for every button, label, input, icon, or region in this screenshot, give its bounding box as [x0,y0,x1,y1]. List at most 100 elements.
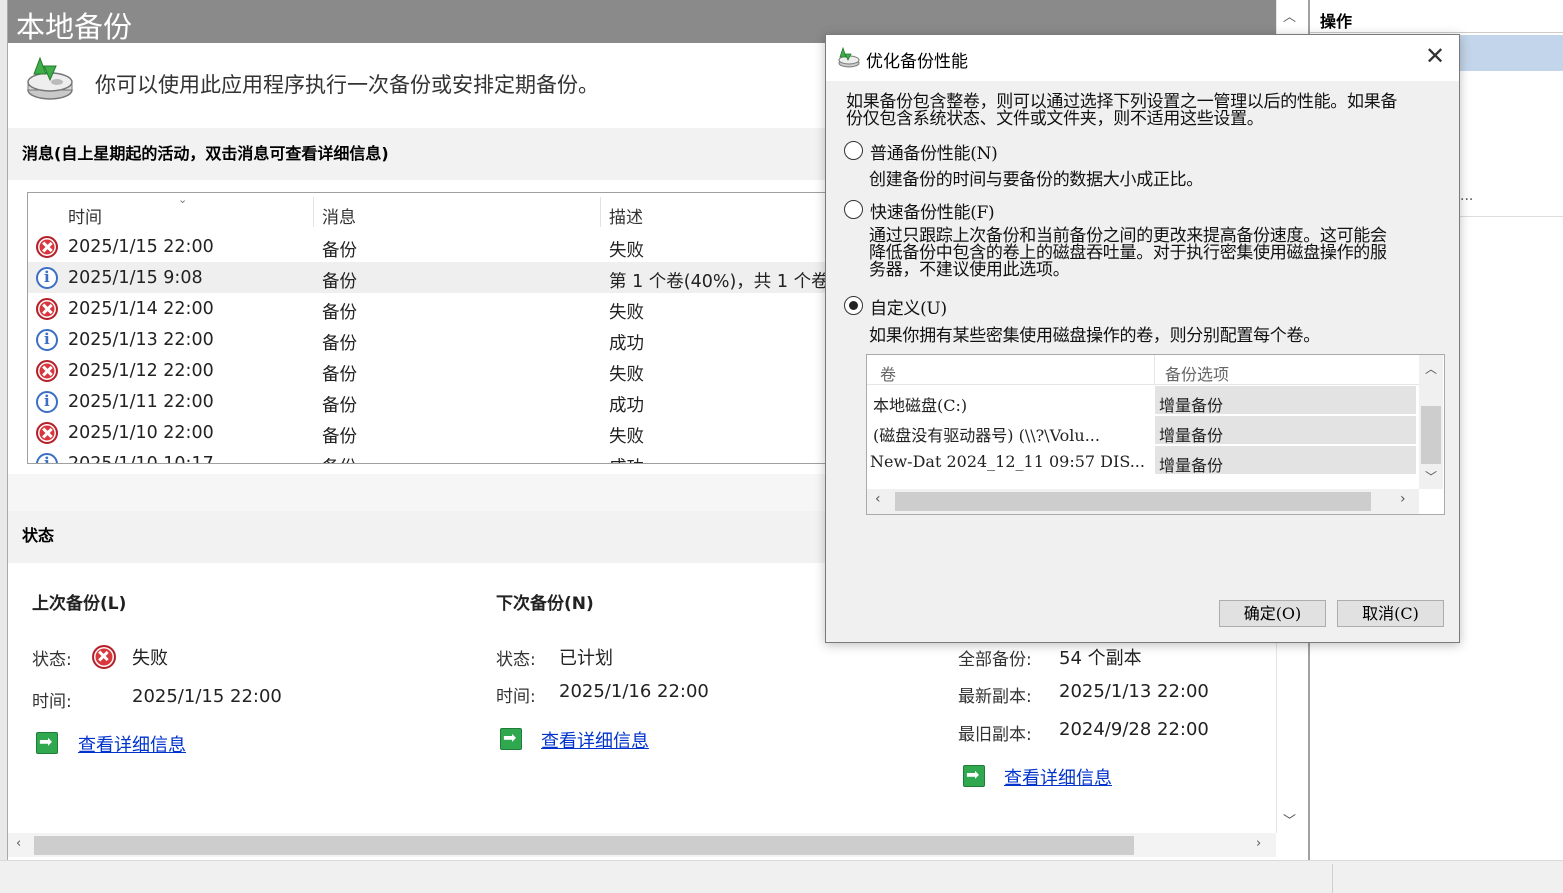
messages-table[interactable]: ⌄ 时间 消息 描述 2025/1/15 22:00 备份 失败 2025/1/… [27,192,827,464]
row-description: 失败 [609,241,644,261]
error-icon [36,422,58,444]
column-divider[interactable] [1154,355,1155,385]
intro-text: 你可以使用此应用程序执行一次备份或安排定期备份。 [95,73,599,97]
last-backup-details-link[interactable]: 查看详细信息 [78,731,186,757]
table-row[interactable]: 2025/1/12 22:00 备份 失败 [28,355,827,386]
last-backup-heading: 上次备份(L) [32,594,127,614]
actions-title: 操作 [1320,12,1353,31]
grid-column-backup-option[interactable]: 备份选项 [1165,361,1229,385]
row-time: 2025/1/10 22:00 [68,423,214,443]
scroll-down-icon[interactable]: ﹀ [1283,810,1296,829]
table-row[interactable]: 2025/1/15 22:00 备份 失败 [28,231,827,262]
scroll-up-icon[interactable]: ︿ [1283,6,1296,25]
all-backups-total-value: 54 个副本 [1059,648,1142,669]
column-header-time[interactable]: 时间 [68,203,102,228]
status-bar-divider [1332,864,1333,893]
row-message: 备份 [322,454,357,463]
ok-button[interactable]: 确定(O) [1219,600,1326,627]
backup-option-select[interactable]: 增量备份 [1154,385,1417,415]
grid-volume-cell[interactable]: 本地磁盘(C:) [873,392,1153,416]
close-icon[interactable]: ✕ [1423,44,1447,68]
next-backup-details-link[interactable]: 查看详细信息 [541,727,649,753]
next-backup-time-value: 2025/1/16 22:00 [559,681,709,702]
grid-column-volume[interactable]: 卷 [880,361,896,385]
row-time: 2025/1/14 22:00 [68,299,214,319]
fast-performance-radio[interactable] [844,200,863,219]
grid-horizontal-scroll-thumb[interactable] [895,492,1371,511]
normal-performance-radio[interactable] [844,141,863,160]
row-message: 备份 [322,303,357,323]
table-row[interactable]: 2025/1/13 22:00 备份 成功 [28,324,827,355]
table-row[interactable]: 2025/1/10 22:00 备份 失败 [28,417,827,448]
grid-header [867,355,1419,385]
column-header-message[interactable]: 消息 [322,203,356,228]
row-time: 2025/1/13 22:00 [68,330,214,350]
table-row[interactable]: 2025/1/15 9:08 备份 第 1 个卷(40%)，共 1 个卷... [28,262,827,293]
horizontal-scroll-thumb[interactable] [34,836,1134,855]
scroll-left-icon[interactable]: ‹ [875,491,881,507]
custom-performance-label[interactable]: 自定义(U) [870,294,947,319]
next-backup-status-value: 已计划 [559,648,613,669]
panel-title: 本地备份 [16,10,133,44]
row-time: 2025/1/15 9:08 [68,268,203,288]
table-header: ⌄ 时间 消息 描述 [28,193,827,231]
scroll-down-icon[interactable]: ﹀ [1425,468,1437,485]
sort-down-icon: ⌄ [178,193,188,206]
table-row[interactable]: 2025/1/10 10:17 备份 成功 [28,448,827,464]
grid-volume-cell[interactable]: (磁盘没有驱动器号) (\\?\Volu... [873,422,1153,446]
scroll-right-icon[interactable]: › [1256,836,1261,851]
all-backups-total-label: 全部备份: [958,650,1032,670]
status-bar [0,860,1563,893]
latest-copy-label: 最新副本: [958,687,1032,707]
scroll-up-icon[interactable]: ︿ [1425,360,1437,377]
row-description: 成功 [609,396,644,416]
grid-vertical-scroll-thumb[interactable] [1421,406,1441,464]
info-icon [36,329,58,351]
custom-performance-radio[interactable] [844,296,863,315]
row-message: 备份 [322,272,357,292]
last-backup-time-value: 2025/1/15 22:00 [132,686,282,707]
divider [1452,216,1563,217]
arrow-right-icon [963,765,985,787]
arrow-right-icon [500,728,522,750]
error-icon [36,236,58,258]
dialog-intro-line: 份仅包含系统状态、文件或文件夹，则不适用这些设置。 [846,109,1264,129]
row-description: 成功 [609,454,644,463]
row-description: 第 1 个卷(40%)，共 1 个卷... [609,272,827,292]
row-description: 失败 [609,365,644,385]
all-backups-details-link[interactable]: 查看详细信息 [1004,764,1112,790]
info-icon [36,453,58,463]
status-heading: 状态 [22,526,55,545]
info-icon [36,267,58,289]
row-time: 2025/1/11 22:00 [68,392,214,412]
backup-app-icon [27,56,73,100]
table-row[interactable]: 2025/1/14 22:00 备份 失败 [28,293,827,324]
row-description: 成功 [609,334,644,354]
last-backup-status-label: 状态: [32,650,72,670]
table-row[interactable]: 2025/1/11 22:00 备份 成功 [28,386,827,417]
backup-option-select[interactable]: 增量备份 [1154,445,1417,475]
row-time: 2025/1/15 22:00 [68,237,214,257]
fast-performance-label[interactable]: 快速备份性能(F) [870,198,995,223]
cancel-button[interactable]: 取消(C) [1337,600,1444,627]
next-backup-status-label: 状态: [496,650,536,670]
grid-volume-cell[interactable]: New-Dat 2024_12_11 09:57 DIS... [870,452,1153,471]
backup-option-select[interactable]: 增量备份 [1154,415,1417,445]
column-divider[interactable] [313,197,314,227]
row-time: 2025/1/10 10:17 [68,454,214,464]
truncated-action-text[interactable]: ... [1460,188,1473,204]
scroll-right-icon[interactable]: › [1400,491,1406,507]
arrow-right-icon [36,732,58,754]
left-border [0,0,8,860]
table-footer-band [8,474,826,511]
dialog-title: 优化备份性能 [866,52,968,72]
backup-option-value: 增量备份 [1159,426,1224,445]
column-header-description[interactable]: 描述 [609,203,643,228]
column-divider[interactable] [600,197,601,227]
row-time: 2025/1/12 22:00 [68,361,214,381]
scroll-left-icon[interactable]: ‹ [16,836,21,851]
oldest-copy-value: 2024/9/28 22:00 [1059,719,1209,740]
normal-performance-label[interactable]: 普通备份性能(N) [870,139,998,164]
error-icon [92,645,116,669]
normal-performance-description: 创建备份的时间与要备份的数据大小成正比。 [869,170,1203,190]
